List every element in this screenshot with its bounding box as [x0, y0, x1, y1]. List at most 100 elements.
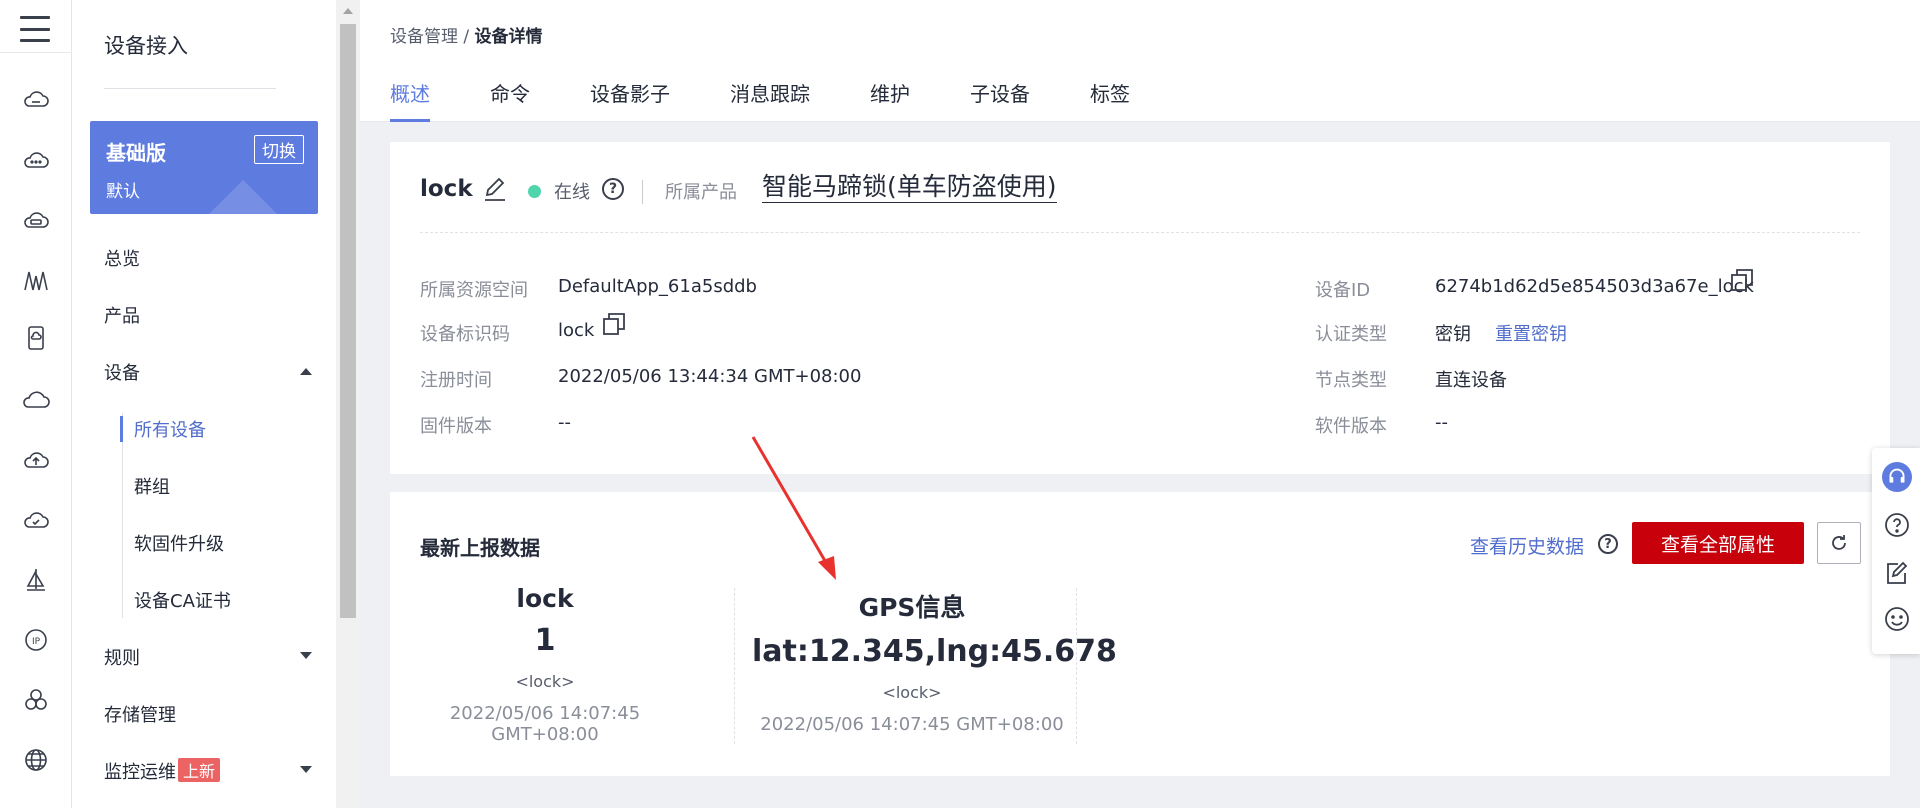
- auth-type-value: 密钥: [1435, 324, 1471, 345]
- help-icon[interactable]: ?: [1598, 534, 1618, 554]
- device-name: lock: [420, 176, 473, 202]
- property-name: lock: [516, 584, 574, 613]
- tab-sub-devices[interactable]: 子设备: [970, 78, 1030, 122]
- refresh-button[interactable]: [1817, 522, 1861, 564]
- note-edit-icon[interactable]: [1882, 558, 1912, 588]
- edition-switch-button[interactable]: 切换: [254, 135, 304, 164]
- copy-icon[interactable]: [602, 312, 626, 336]
- device-info-card: lock 在线 ? 所属产品 智能马蹄锁(单车防盗使用) 所属资源空间 Defa…: [390, 142, 1890, 474]
- smile-icon[interactable]: [1882, 604, 1912, 634]
- nav-item-overview[interactable]: 总览: [104, 245, 140, 271]
- help-icon[interactable]: ?: [602, 178, 624, 200]
- latest-data-card: 最新上报数据 查看历史数据 ? 查看全部属性 lock 1 <lock> 202…: [390, 492, 1890, 776]
- globe-icon[interactable]: [22, 746, 50, 774]
- ip-icon[interactable]: IP: [22, 626, 50, 654]
- tab-tags[interactable]: 标签: [1090, 78, 1130, 122]
- cloud-outline-icon[interactable]: [22, 386, 50, 414]
- nav-tree-line: [122, 413, 123, 618]
- scrollbar-thumb[interactable]: [340, 24, 356, 618]
- nav-item-device[interactable]: 设备: [104, 359, 140, 385]
- tab-device-shadow[interactable]: 设备影子: [590, 78, 670, 122]
- page-header: 设备管理 / 设备详情 概述 命令 设备影子 消息跟踪 维护 子设备 标签: [360, 0, 1920, 122]
- nav-item-rules[interactable]: 规则: [104, 644, 140, 670]
- auth-type-label: 认证类型: [1315, 324, 1387, 345]
- refresh-icon: [1832, 535, 1846, 550]
- breadcrumb-parent[interactable]: 设备管理: [390, 27, 458, 47]
- header-divider: [642, 180, 643, 204]
- property-card: lock 1 <lock> 2022/05/06 14:07:45 GMT+08…: [420, 584, 670, 745]
- product-label: 所属产品: [665, 182, 737, 203]
- headset-icon[interactable]: [1882, 462, 1912, 492]
- nav-item-ca-cert[interactable]: 设备CA证书: [134, 587, 231, 613]
- node-type-label: 节点类型: [1315, 370, 1387, 391]
- nav-title: 设备接入: [104, 34, 188, 58]
- antenna-icon[interactable]: [22, 266, 50, 294]
- node-type-value: 直连设备: [1435, 370, 1507, 391]
- breadcrumb-separator: /: [458, 27, 475, 47]
- view-all-properties-button[interactable]: 查看全部属性: [1632, 522, 1804, 564]
- nav-item-product[interactable]: 产品: [104, 302, 140, 328]
- property-time: 2022/05/06 14:07:45 GMT+08:00: [449, 703, 641, 745]
- property-time: 2022/05/06 14:07:45 GMT+08:00: [760, 714, 1064, 735]
- nav-sidebar: 设备接入 基础版 默认 切换 总览 产品 设备 所有设备 群组 软固件升级 设备…: [72, 0, 336, 808]
- tab-bar: 概述 命令 设备影子 消息跟踪 维护 子设备 标签: [390, 78, 1190, 122]
- nav-item-all-devices[interactable]: 所有设备: [134, 416, 206, 442]
- nav-item-group[interactable]: 群组: [134, 473, 170, 499]
- cloud-dots-icon[interactable]: [22, 146, 50, 174]
- property-value: lat:12.345,lng:45.678: [752, 634, 1117, 669]
- edition-decoration-icon: [209, 180, 277, 214]
- history-data-link[interactable]: 查看历史数据: [1470, 532, 1584, 559]
- cloud-db-icon[interactable]: [22, 206, 50, 234]
- device-id-value: 6274b1d62d5e854503d3a67e_lock: [1435, 276, 1754, 297]
- nav-item-storage[interactable]: 存储管理: [104, 701, 176, 727]
- nav-item-firmware[interactable]: 软固件升级: [134, 530, 224, 556]
- property-value: 1: [534, 623, 556, 658]
- resource-space-label: 所属资源空间: [420, 280, 528, 301]
- latest-data-title: 最新上报数据: [420, 536, 540, 560]
- nav-scrollbar[interactable]: [336, 0, 360, 808]
- breadcrumb: 设备管理 / 设备详情: [390, 22, 543, 47]
- chevron-down-icon[interactable]: [300, 652, 312, 659]
- breadcrumb-current: 设备详情: [474, 27, 543, 47]
- icon-rail: IP: [0, 0, 72, 808]
- firmware-version-label: 固件版本: [420, 416, 492, 437]
- cloud-upload-icon[interactable]: [22, 446, 50, 474]
- property-divider: [1076, 588, 1077, 744]
- tab-maintenance[interactable]: 维护: [870, 78, 910, 122]
- tab-overview[interactable]: 概述: [390, 78, 430, 122]
- cluster-icon[interactable]: [22, 686, 50, 714]
- edit-icon[interactable]: [482, 176, 508, 202]
- phone-cloud-icon[interactable]: [22, 324, 50, 352]
- rail-divider: [0, 52, 72, 53]
- resource-space-value: DefaultApp_61a5sddb: [558, 276, 757, 297]
- chevron-down-icon[interactable]: [300, 766, 312, 773]
- property-tag: <lock>: [882, 683, 942, 702]
- svg-text:IP: IP: [32, 637, 41, 647]
- property-divider: [734, 588, 735, 744]
- property-card: GPS信息 lat:12.345,lng:45.678 <lock> 2022/…: [752, 588, 1117, 735]
- cloud-check-icon[interactable]: [22, 506, 50, 534]
- question-icon[interactable]: [1882, 510, 1912, 540]
- node-id-label: 设备标识码: [420, 324, 510, 345]
- online-status-dot: [528, 185, 541, 198]
- cloud-icon[interactable]: [22, 86, 50, 114]
- product-link[interactable]: 智能马蹄锁(单车防盗使用): [762, 172, 1057, 203]
- node-id-value: lock: [558, 320, 595, 341]
- nav-item-monitor[interactable]: 监控运维 上新: [104, 758, 221, 784]
- edition-card[interactable]: 基础版 默认 切换: [90, 121, 318, 214]
- tab-commands[interactable]: 命令: [490, 78, 530, 122]
- tab-message-trace[interactable]: 消息跟踪: [730, 78, 810, 122]
- floating-toolbar: [1872, 448, 1920, 654]
- reset-secret-link[interactable]: 重置密钥: [1495, 320, 1567, 346]
- property-name: GPS信息: [858, 593, 966, 622]
- software-version-label: 软件版本: [1315, 416, 1387, 437]
- menu-icon[interactable]: [20, 16, 50, 42]
- sailboat-icon[interactable]: [22, 566, 50, 594]
- edition-sub: 默认: [106, 182, 140, 202]
- copy-icon[interactable]: [1730, 268, 1754, 292]
- scroll-up-arrow-icon[interactable]: [343, 8, 353, 14]
- chevron-up-icon[interactable]: [300, 368, 312, 375]
- nav-active-indicator: [120, 416, 123, 442]
- nav-item-monitor-label: 监控运维: [104, 762, 176, 783]
- edition-name: 基础版: [106, 141, 166, 165]
